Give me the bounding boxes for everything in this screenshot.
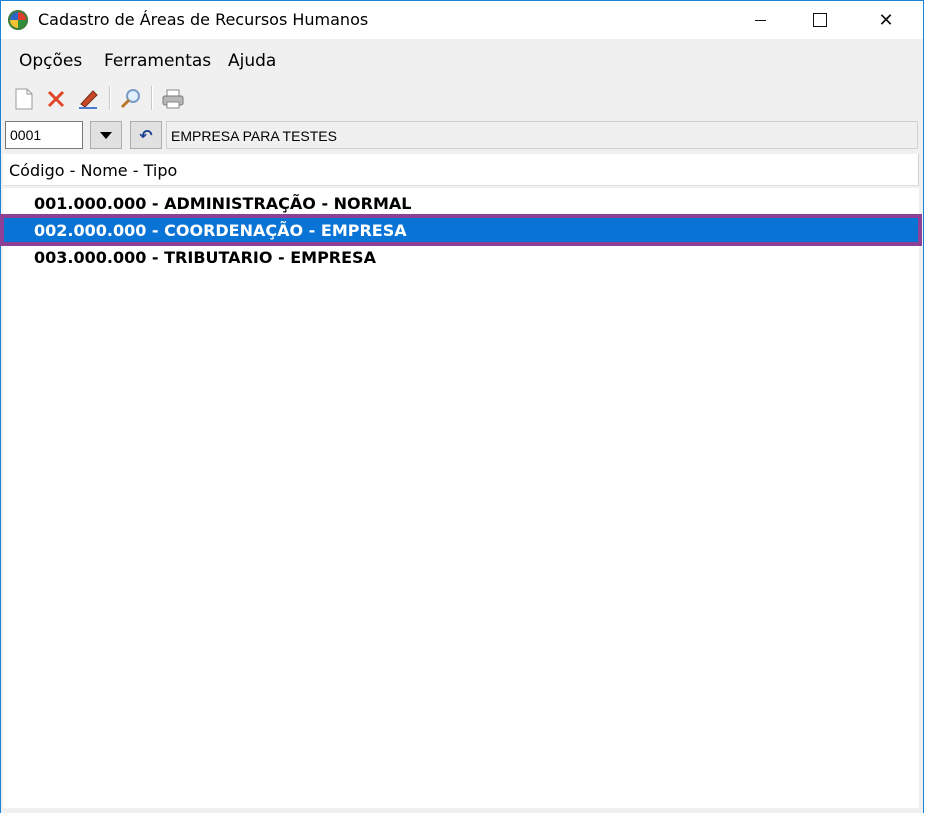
- app-logo-icon: [8, 10, 28, 30]
- toolbar: [1, 83, 923, 115]
- list-column-header[interactable]: Código - Nome - Tipo: [3, 154, 919, 186]
- maximize-icon: [813, 13, 827, 27]
- company-dropdown-button[interactable]: [90, 121, 122, 149]
- search-icon[interactable]: [118, 86, 144, 112]
- minimize-button[interactable]: [737, 1, 783, 39]
- menu-ferramentas[interactable]: Ferramentas: [104, 51, 211, 71]
- close-button[interactable]: ✕: [863, 1, 909, 39]
- column-header-label: Código - Nome - Tipo: [9, 161, 178, 180]
- undo-icon: ↶: [139, 125, 153, 145]
- maximize-button[interactable]: [797, 1, 843, 39]
- new-document-icon[interactable]: [11, 86, 37, 112]
- toolbar-separator: [109, 86, 111, 110]
- list-item-selected[interactable]: 002.000.000 - COORDENAÇÃO - EMPRESA: [0, 214, 922, 246]
- filter-bar: ↶ EMPRESA PARA TESTES: [1, 115, 923, 153]
- main-window: Cadastro de Áreas de Recursos Humanos ✕ …: [0, 0, 924, 813]
- title-bar[interactable]: Cadastro de Áreas de Recursos Humanos ✕: [1, 1, 923, 39]
- menu-opcoes[interactable]: Opções: [19, 51, 82, 71]
- delete-icon[interactable]: [43, 86, 69, 112]
- company-code-input[interactable]: [5, 121, 83, 149]
- status-bar: [1, 808, 923, 813]
- window-title: Cadastro de Áreas de Recursos Humanos: [38, 10, 369, 29]
- chevron-down-icon: [100, 131, 112, 139]
- company-name-field: EMPRESA PARA TESTES: [166, 121, 918, 149]
- undo-button[interactable]: ↶: [130, 121, 162, 149]
- print-icon[interactable]: [160, 86, 186, 112]
- edit-icon[interactable]: [76, 86, 102, 112]
- menu-bar: Opções Ferramentas Ajuda: [1, 39, 923, 83]
- toolbar-separator: [151, 86, 153, 110]
- minimize-icon: [754, 19, 766, 21]
- close-icon: ✕: [878, 9, 894, 31]
- list-item[interactable]: 003.000.000 - TRIBUTARIO - EMPRESA: [3, 244, 919, 270]
- list-item[interactable]: 001.000.000 - ADMINISTRAÇÃO - NORMAL: [3, 190, 919, 216]
- areas-list[interactable]: 001.000.000 - ADMINISTRAÇÃO - NORMAL 002…: [0, 188, 922, 808]
- menu-ajuda[interactable]: Ajuda: [228, 51, 276, 71]
